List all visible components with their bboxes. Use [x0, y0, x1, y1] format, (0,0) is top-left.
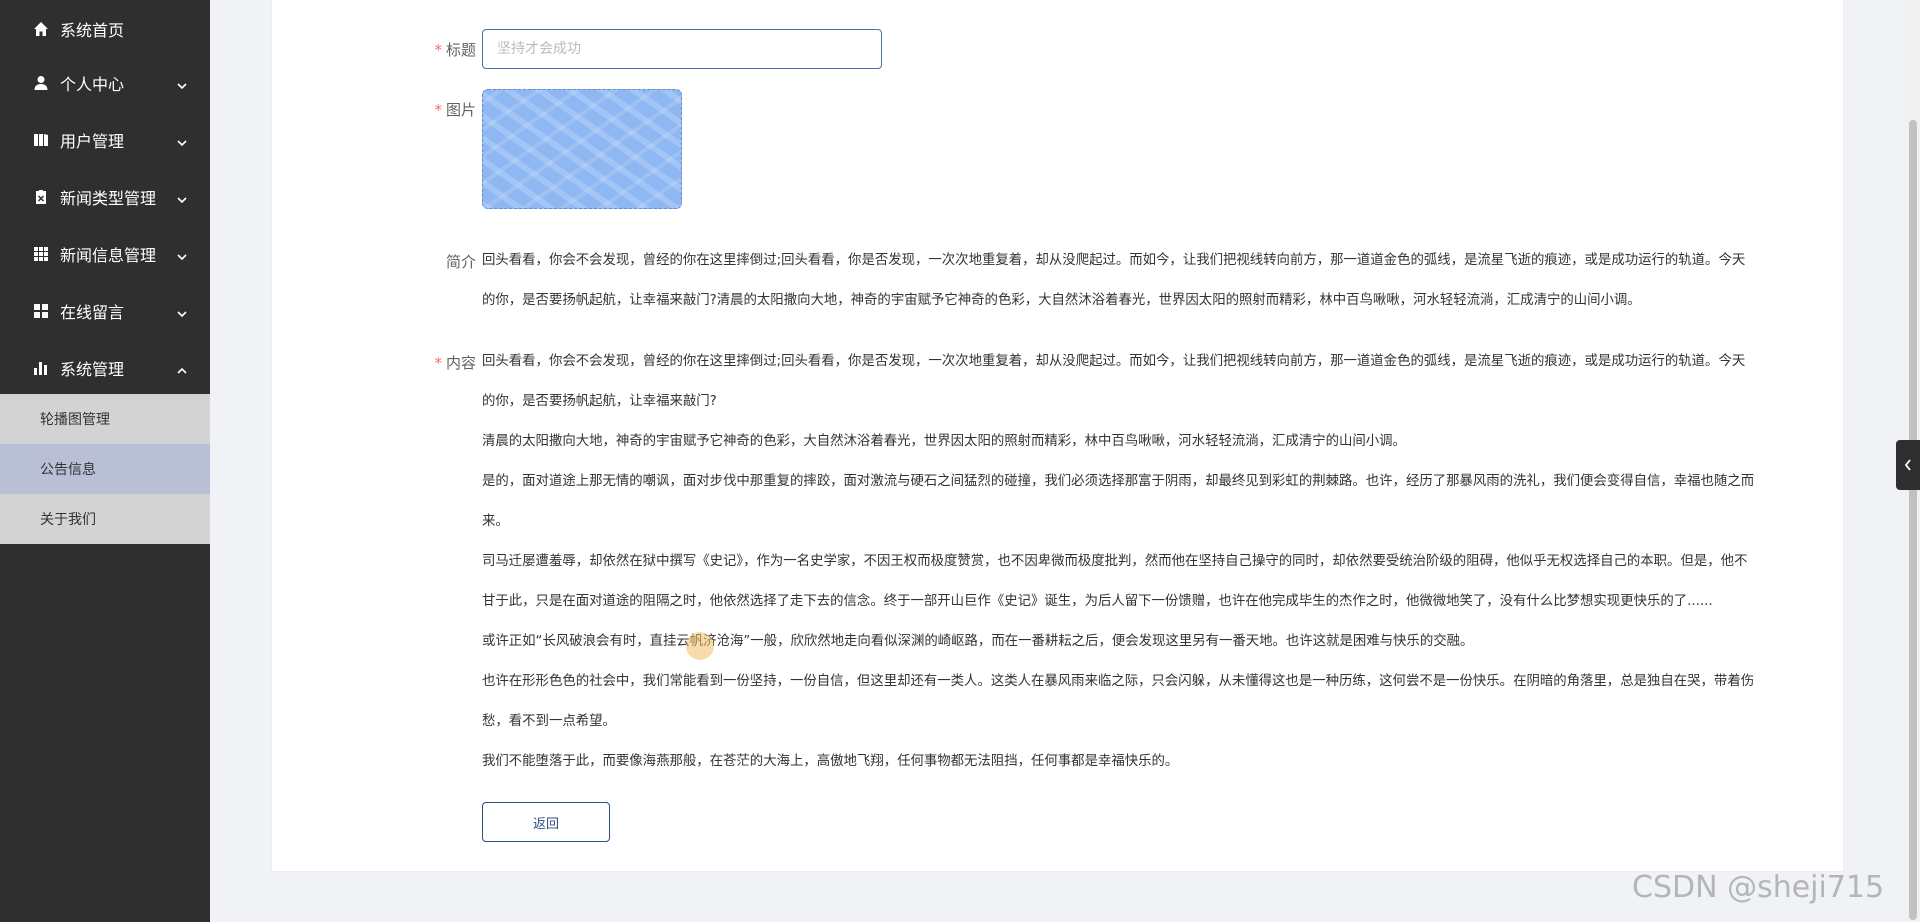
content-label-text: 内容: [445, 354, 476, 372]
intro-text: 回头看看，你会不会发现，曾经的你在这里摔倒过;回头看看，你是否发现，一次次地重复…: [482, 241, 1812, 321]
bar-chart-icon: [32, 359, 50, 377]
chevron-up-icon: [176, 362, 188, 374]
content-label: * 内容: [426, 352, 476, 373]
intro-label: 简介: [426, 251, 476, 272]
sidebar-item-user-management[interactable]: 用户管理: [0, 111, 210, 168]
chevron-left-icon: [1904, 459, 1911, 471]
content-line: 是的，面对道途上那无情的嘲讽，面对步伐中那重复的摔跤，面对激流与硬石之间猛烈的碰…: [482, 474, 1755, 489]
watermark: CSDN @sheji715: [1632, 870, 1885, 905]
sidebar-item-home[interactable]: 系统首页: [0, 0, 210, 57]
submenu-item-label: 轮播图管理: [40, 412, 110, 428]
sidebar: 系统首页 个人中心 用户管理 新闻类型管理 新闻信息管理 在线留言 系统管理 轮…: [0, 0, 210, 922]
chevron-down-icon: [176, 134, 188, 146]
back-button[interactable]: 返回: [482, 802, 610, 842]
sidebar-item-label: 新闻信息管理: [60, 245, 157, 265]
chevron-down-icon: [176, 77, 188, 89]
title-label: * 标题: [426, 39, 476, 60]
title-input[interactable]: [482, 29, 882, 69]
user-icon: [32, 74, 50, 92]
sidebar-item-label: 系统首页: [60, 20, 125, 40]
content-line: 回头看看，你会不会发现，曾经的你在这里摔倒过;回头看看，你是否发现，一次次地重复…: [482, 354, 1746, 369]
side-panel-toggle[interactable]: [1896, 440, 1920, 490]
image-label-text: 图片: [445, 101, 476, 119]
required-mark: *: [434, 101, 442, 119]
content-line: 清晨的太阳撒向大地，神奇的宇宙赋予它神奇的色彩，大自然沐浴着春光，世界因太阳的照…: [482, 434, 1406, 449]
submenu-item-carousel-management[interactable]: 轮播图管理: [0, 394, 210, 444]
submenu-item-label: 公告信息: [40, 462, 96, 478]
content-text: 回头看看，你会不会发现，曾经的你在这里摔倒过;回头看看，你是否发现，一次次地重复…: [482, 342, 1812, 782]
sidebar-item-news-type-management[interactable]: 新闻类型管理: [0, 168, 210, 225]
intro-label-text: 简介: [445, 253, 476, 271]
sidebar-item-label: 个人中心: [60, 74, 125, 94]
chevron-down-icon: [176, 305, 188, 317]
content-line: 也许在形形色色的社会中，我们常能看到一份坚持，一份自信，但这里却还有一类人。这类…: [482, 674, 1755, 689]
chevron-down-icon: [176, 248, 188, 260]
apps-icon: [32, 302, 50, 320]
content-line: 司马迁屡遭羞辱，却依然在狱中撰写《史记》，作为一名史学家，不因王权而极度赞赏，也…: [482, 554, 1748, 569]
intro-line: 的你，是否要扬帆起航，让幸福来敲门?清晨的太阳撒向大地，神奇的宇宙赋予它神奇的色…: [482, 293, 1641, 308]
sidebar-item-news-info-management[interactable]: 新闻信息管理: [0, 225, 210, 282]
sidebar-item-system-management[interactable]: 系统管理: [0, 339, 210, 396]
cursor-highlight: [686, 632, 714, 660]
home-icon: [32, 20, 50, 38]
scrollbar-thumb[interactable]: [1909, 120, 1917, 920]
users-management-icon: [32, 131, 50, 149]
sidebar-item-label: 在线留言: [60, 302, 125, 322]
grid-icon: [32, 245, 50, 263]
image-label: * 图片: [426, 99, 476, 120]
required-mark: *: [434, 354, 442, 372]
content-line: 的你，是否要扬帆起航，让幸福来敲门?: [482, 394, 717, 409]
content-line: 来。: [482, 514, 509, 529]
submenu-item-label: 关于我们: [40, 512, 96, 528]
submenu-item-announcements[interactable]: 公告信息: [0, 444, 210, 494]
content-line: 愁，看不到一点希望。: [482, 714, 616, 729]
content-line: 我们不能堕落于此，而要像海燕那般，在苍茫的大海上，高傲地飞翔，任何事物都无法阻挡…: [482, 754, 1179, 769]
intro-line: 回头看看，你会不会发现，曾经的你在这里摔倒过;回头看看，你是否发现，一次次地重复…: [482, 253, 1746, 268]
submenu-item-about-us[interactable]: 关于我们: [0, 494, 210, 544]
content-line: 或许正如“长风破浪会有时，直挂云帆济沧海”一般，欣欣然地走向看似深渊的崎岖路，而…: [482, 634, 1474, 649]
required-mark: *: [434, 41, 442, 59]
image-preview[interactable]: [482, 89, 682, 209]
content-line: 甘于此，只是在面对道途的阻隔之时，他依然选择了走下去的信念。终于一部开山巨作《史…: [482, 594, 1713, 609]
sidebar-item-label: 系统管理: [60, 359, 125, 379]
sidebar-item-personal-center[interactable]: 个人中心: [0, 54, 210, 111]
title-label-text: 标题: [445, 41, 476, 59]
sidebar-item-online-message[interactable]: 在线留言: [0, 282, 210, 339]
system-management-submenu: 轮播图管理 公告信息 关于我们: [0, 394, 210, 544]
chevron-down-icon: [176, 191, 188, 203]
sidebar-item-label: 新闻类型管理: [60, 188, 157, 208]
sidebar-item-label: 用户管理: [60, 131, 125, 151]
clipboard-icon: [32, 188, 50, 206]
